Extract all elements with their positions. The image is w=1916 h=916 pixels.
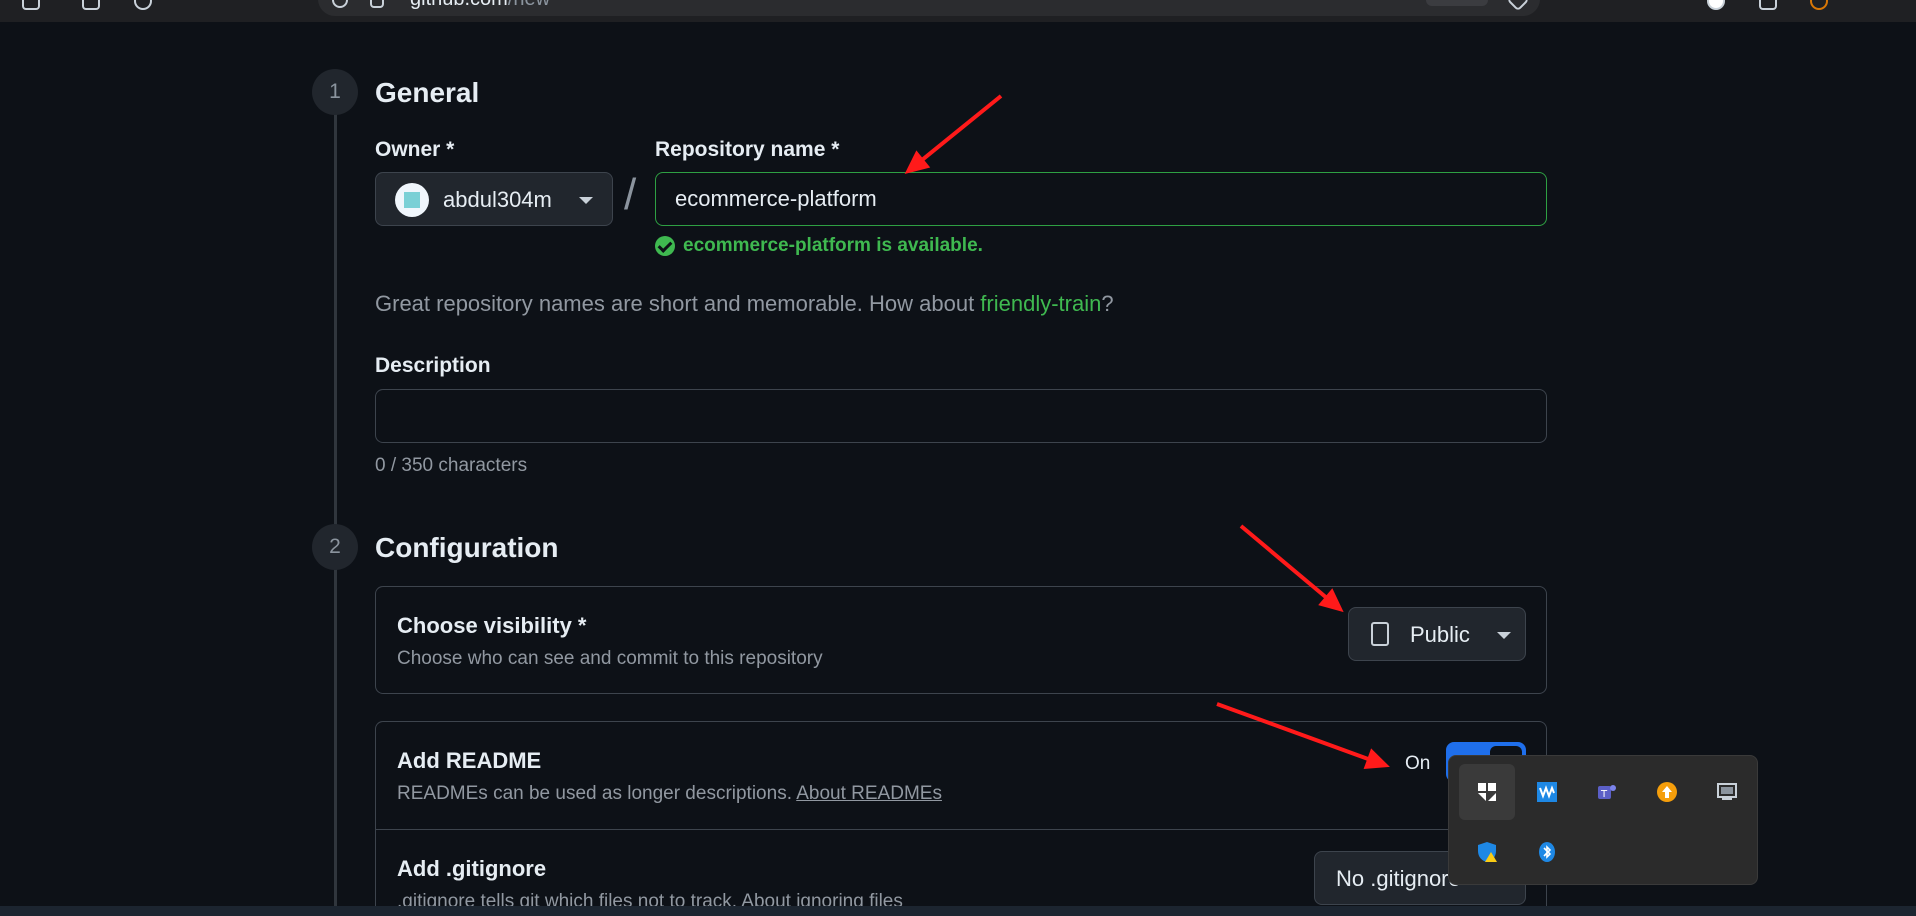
visibility-value: Public xyxy=(1410,622,1470,647)
check-circle-icon xyxy=(655,236,675,256)
bluetooth-icon[interactable] xyxy=(1519,824,1575,880)
step-timeline xyxy=(334,110,337,916)
reload-icon[interactable] xyxy=(134,0,152,10)
step-number-general: 1 xyxy=(312,69,358,115)
teams-icon[interactable]: T xyxy=(1579,764,1635,820)
availability-message: ecommerce-platform is available. xyxy=(683,235,983,256)
site-info-icon[interactable] xyxy=(332,0,348,8)
account-icon[interactable] xyxy=(1810,0,1828,10)
repo-name-label: Repository name * xyxy=(655,138,840,161)
display-icon[interactable] xyxy=(1699,764,1755,820)
readme-title: Add README xyxy=(397,748,542,773)
back-icon[interactable] xyxy=(22,0,40,10)
chevron-down-icon xyxy=(579,197,593,204)
description-char-count: 0 / 350 characters xyxy=(375,455,528,476)
readme-toggle-label: On xyxy=(1405,753,1431,774)
gitignore-title: Add .gitignore xyxy=(397,856,547,881)
owner-select[interactable]: abdul304m xyxy=(375,172,613,226)
description-label: Description xyxy=(375,354,491,377)
waves-app-icon[interactable] xyxy=(1519,764,1575,820)
owner-repo-separator: / xyxy=(624,170,637,219)
update-arrow-icon[interactable] xyxy=(1639,764,1695,820)
chevron-down-icon xyxy=(1497,632,1511,639)
system-tray-flyout: T xyxy=(1448,755,1758,885)
gitignore-value: No .gitignore xyxy=(1336,866,1461,891)
repo-icon xyxy=(1371,622,1389,646)
section-title-general: General xyxy=(375,77,480,108)
extensions-icon[interactable] xyxy=(1759,0,1777,10)
page-icon xyxy=(370,0,384,8)
svg-text:T: T xyxy=(1600,789,1608,800)
options-divider xyxy=(375,829,1547,830)
description-input[interactable] xyxy=(375,389,1547,443)
address-bar-pill[interactable] xyxy=(1426,0,1488,6)
security-warning-icon[interactable] xyxy=(1459,824,1515,880)
browser-toolbar: github.com/new xyxy=(0,0,1916,22)
bookmark-star-icon[interactable] xyxy=(1506,0,1530,12)
owner-name: abdul304m xyxy=(443,187,552,212)
step-number-configuration: 2 xyxy=(312,524,358,570)
section-title-configuration: Configuration xyxy=(375,532,559,563)
owner-avatar xyxy=(395,183,429,217)
address-bar[interactable]: github.com/new xyxy=(318,0,1540,16)
visibility-select[interactable]: Public xyxy=(1348,607,1526,661)
taskbar-strip xyxy=(0,906,1916,916)
profile-icon[interactable] xyxy=(1707,0,1725,10)
visibility-description: Choose who can see and commit to this re… xyxy=(397,648,823,669)
suggested-name-link[interactable]: friendly-train xyxy=(980,291,1101,316)
name-suggestion-hint: Great repository names are short and mem… xyxy=(375,291,1114,316)
about-readmes-link[interactable]: About READMEs xyxy=(796,783,942,804)
readme-description: READMEs can be used as longer descriptio… xyxy=(397,783,942,804)
forward-icon[interactable] xyxy=(82,0,100,10)
owner-label: Owner * xyxy=(375,138,455,161)
pinned-app-icon[interactable] xyxy=(1459,764,1515,820)
url-text[interactable]: github.com/new xyxy=(410,0,550,11)
visibility-title: Choose visibility * xyxy=(397,613,587,638)
annotation-arrow-repo-name xyxy=(908,94,1003,172)
repo-name-input[interactable] xyxy=(655,172,1547,226)
